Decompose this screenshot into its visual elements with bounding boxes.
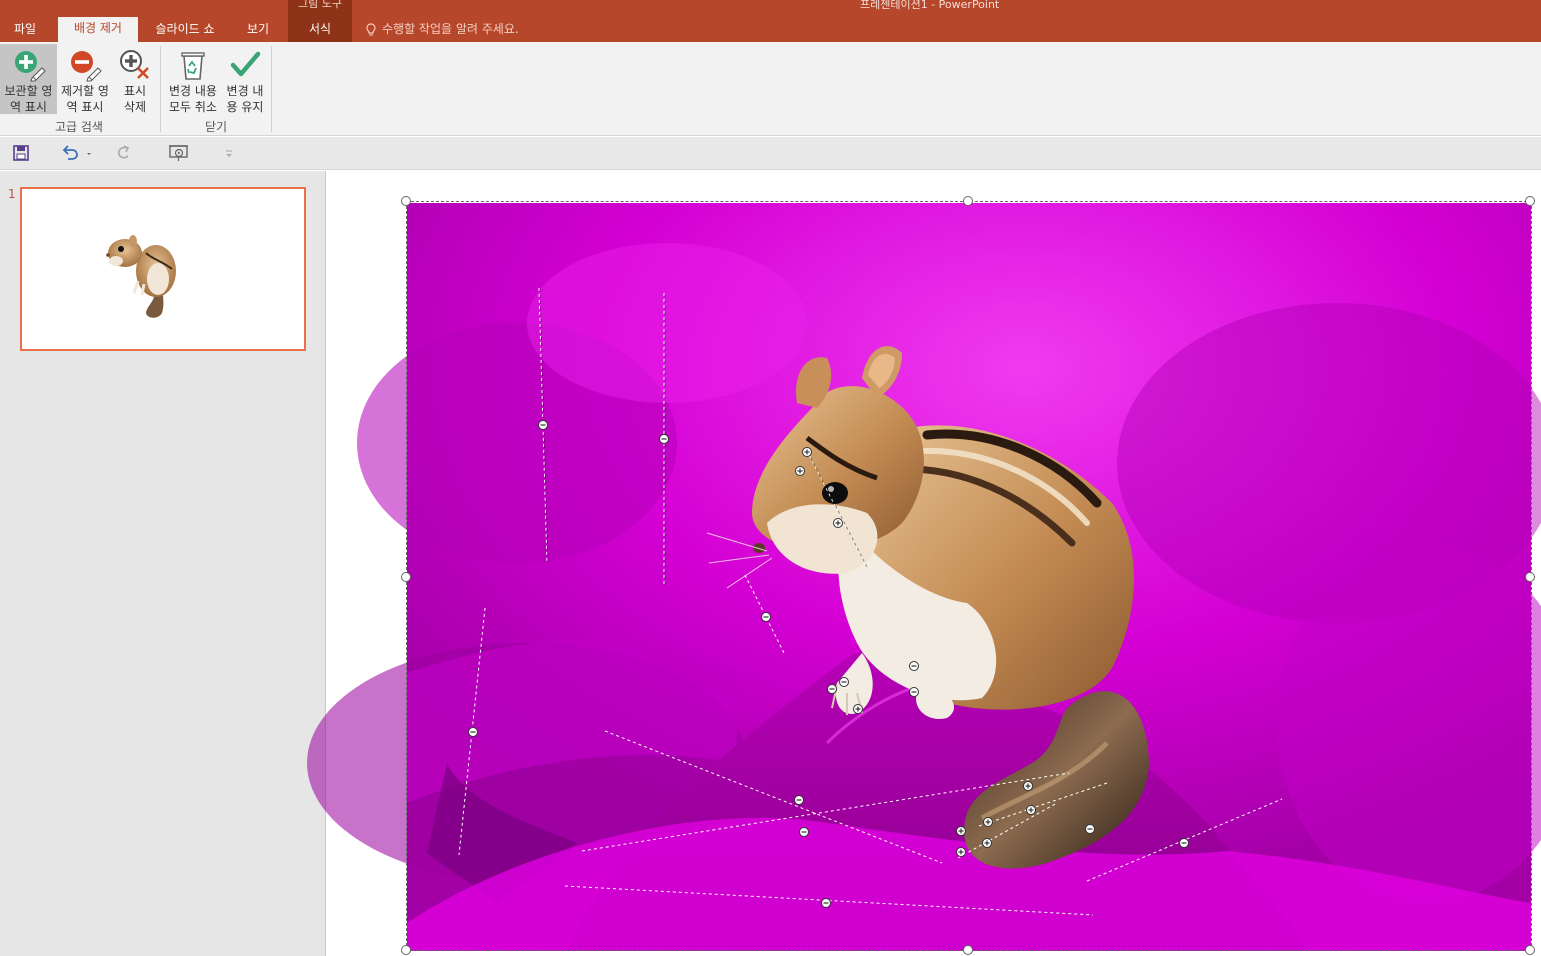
resize-handle-top-left[interactable] bbox=[401, 196, 411, 206]
picture-tools-label: 그림 도구 bbox=[298, 0, 342, 10]
remove-marker-icon[interactable] bbox=[839, 677, 849, 687]
customize-toolbar-icon[interactable] bbox=[224, 143, 234, 163]
resize-handle-top-right[interactable] bbox=[1525, 196, 1535, 206]
remove-marker-icon[interactable] bbox=[827, 684, 837, 694]
chipmunk-thumbnail-image bbox=[106, 235, 176, 318]
slide-thumbnail[interactable] bbox=[20, 187, 306, 351]
keep-marker-icon[interactable] bbox=[1026, 805, 1036, 815]
discard-label: 변경 내용 모두 취소 bbox=[169, 84, 217, 114]
discard-all-changes-button[interactable]: 변경 내용 모두 취소 bbox=[164, 44, 222, 114]
remove-marker-icon[interactable] bbox=[794, 795, 804, 805]
slide-thumbnail-pane: 1 bbox=[0, 171, 326, 956]
tell-me-box[interactable]: 수행할 작업을 알려 주세요. bbox=[366, 18, 519, 40]
delete-mark-label: 표시 삭제 bbox=[123, 84, 147, 114]
remove-marker-icon[interactable] bbox=[821, 898, 831, 908]
remove-marker-icon[interactable] bbox=[659, 434, 669, 444]
keep-marker-icon[interactable] bbox=[853, 704, 863, 714]
keep-marker-icon[interactable] bbox=[982, 838, 992, 848]
ribbon-group-divider bbox=[271, 46, 272, 132]
save-icon[interactable] bbox=[12, 143, 30, 163]
redo-icon[interactable] bbox=[114, 143, 134, 163]
tab-view[interactable]: 보기 bbox=[236, 18, 280, 42]
keep-marker-icon[interactable] bbox=[833, 518, 843, 528]
delete-mark-button[interactable]: 표시 삭제 bbox=[114, 44, 156, 114]
checkmark-icon bbox=[230, 51, 261, 77]
resize-handle-top[interactable] bbox=[963, 196, 973, 206]
mark-areas-to-remove-button[interactable]: 제거할 영 역 표시 bbox=[58, 44, 112, 114]
quick-access-toolbar bbox=[0, 137, 1541, 170]
remove-marker-icon[interactable] bbox=[909, 661, 919, 671]
keep-marker-icon[interactable] bbox=[983, 817, 993, 827]
start-presentation-icon[interactable] bbox=[168, 143, 190, 163]
recycle-bin-icon bbox=[181, 52, 205, 80]
background-removal-picture[interactable] bbox=[307, 203, 1541, 951]
remove-marker-icon[interactable] bbox=[1085, 824, 1095, 834]
remove-marker-icon[interactable] bbox=[799, 827, 809, 837]
ribbon-group-divider bbox=[160, 46, 161, 132]
minus-circle-pencil-icon bbox=[71, 51, 102, 82]
title-bar: 그림 도구 프레젠테이션1 - PowerPoint 파일 배경 제거 슬라이드… bbox=[0, 0, 1541, 42]
resize-handle-bottom-right[interactable] bbox=[1525, 945, 1535, 955]
keep-marker-icon[interactable] bbox=[802, 447, 812, 457]
slide-number: 1 bbox=[8, 187, 16, 201]
tab-file[interactable]: 파일 bbox=[2, 18, 48, 42]
ribbon: 보관할 영 역 표시 제거할 영 역 표시 표시 삭제 고급 검색 변경 내용 … bbox=[0, 42, 1541, 136]
tab-slide-show[interactable]: 슬라이드 쇼 bbox=[146, 18, 224, 42]
keep-marker-icon[interactable] bbox=[956, 847, 966, 857]
mark-remove-label: 제거할 영 역 표시 bbox=[61, 84, 109, 114]
tab-background-removal[interactable]: 배경 제거 bbox=[58, 17, 138, 42]
tab-format[interactable]: 서식 bbox=[290, 18, 350, 42]
mark-keep-label: 보관할 영 역 표시 bbox=[4, 84, 53, 114]
window-title: 프레젠테이션1 - PowerPoint bbox=[860, 0, 1000, 11]
slide-editing-canvas bbox=[307, 171, 1541, 956]
mark-areas-to-keep-button[interactable]: 보관할 영 역 표시 bbox=[0, 44, 57, 114]
resize-handle-right[interactable] bbox=[1525, 572, 1535, 582]
undo-icon[interactable] bbox=[60, 143, 96, 163]
keep-label: 변경 내 용 유지 bbox=[226, 84, 264, 114]
tell-me-text: 수행할 작업을 알려 주세요. bbox=[382, 22, 519, 36]
delete-mark-icon bbox=[120, 50, 149, 79]
group-label-close: 닫기 bbox=[204, 120, 228, 134]
keep-marker-icon[interactable] bbox=[1023, 781, 1033, 791]
resize-handle-left[interactable] bbox=[401, 572, 411, 582]
remove-marker-icon[interactable] bbox=[761, 612, 771, 622]
keep-marker-icon[interactable] bbox=[795, 466, 805, 476]
remove-marker-icon[interactable] bbox=[538, 420, 548, 430]
group-label-refine: 고급 검색 bbox=[55, 120, 103, 134]
remove-marker-icon[interactable] bbox=[468, 727, 478, 737]
resize-handle-bottom[interactable] bbox=[963, 945, 973, 955]
resize-handle-bottom-left[interactable] bbox=[401, 945, 411, 955]
keep-marker-icon[interactable] bbox=[956, 826, 966, 836]
keep-changes-button[interactable]: 변경 내 용 유지 bbox=[222, 44, 268, 114]
remove-marker-icon[interactable] bbox=[909, 687, 919, 697]
lightbulb-icon bbox=[366, 22, 376, 36]
add-circle-pencil-icon bbox=[14, 51, 46, 82]
remove-marker-icon[interactable] bbox=[1179, 838, 1189, 848]
